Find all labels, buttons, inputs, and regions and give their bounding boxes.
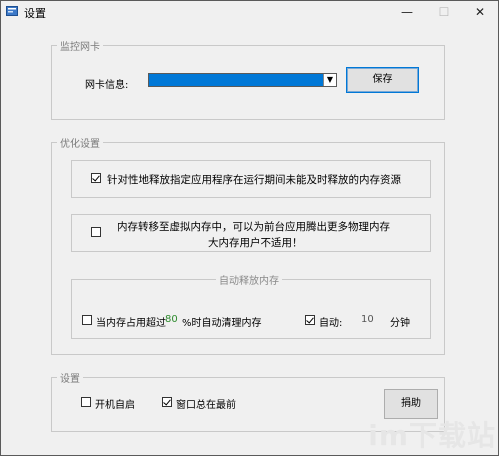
monitor-nic-group-title: 监控网卡 xyxy=(57,38,103,53)
window-title: 设置 xyxy=(24,7,46,20)
settings-window: 设置 — ☐ ✕ 监控网卡 网卡信息: ▼ 保存 优化设置 针对性地释放指定应用… xyxy=(0,0,499,456)
close-button[interactable]: ✕ xyxy=(462,1,498,23)
settings-app-icon xyxy=(6,6,18,16)
title-bar: 设置 — ☐ ✕ xyxy=(1,1,498,23)
option-virtual-memory-box: 内存转移至虚拟内存中，可以为前台应用腾出更多物理内存 大内存用户不适用！ xyxy=(71,214,431,252)
threshold-prefix: 当内存占用超过 xyxy=(96,318,166,329)
threshold-suffix: %时自动清理内存 xyxy=(182,318,262,329)
threshold-checkbox[interactable] xyxy=(82,315,92,325)
virtual-memory-label-line2[interactable]: 大内存用户不适用！ xyxy=(208,235,303,250)
virtual-memory-label-line1[interactable]: 内存转移至虚拟内存中，可以为前台应用腾出更多物理内存 xyxy=(117,219,390,234)
virtual-memory-checkbox[interactable] xyxy=(91,227,101,237)
release-memory-label[interactable]: 针对性地释放指定应用程序在运行期间未能及时释放的内存资源 xyxy=(107,172,401,187)
optimize-group: 优化设置 针对性地释放指定应用程序在运行期间未能及时释放的内存资源 内存转移至虚… xyxy=(51,135,445,355)
topmost-checkbox[interactable] xyxy=(162,397,172,407)
save-button[interactable]: 保存 xyxy=(346,67,419,93)
optimize-group-title: 优化设置 xyxy=(57,135,103,150)
threshold-value[interactable]: 80 xyxy=(165,314,178,325)
topmost-label[interactable]: 窗口总在最前 xyxy=(176,396,236,411)
auto-interval-value[interactable]: 10 xyxy=(361,314,374,325)
auto-interval-unit: 分钟 xyxy=(390,318,410,329)
startup-label[interactable]: 开机自启 xyxy=(95,396,135,411)
auto-release-title: 自动释放内存 xyxy=(216,272,282,287)
nic-select[interactable]: ▼ xyxy=(148,73,337,87)
auto-checkbox[interactable] xyxy=(305,315,315,325)
monitor-nic-group: 监控网卡 网卡信息: ▼ 保存 xyxy=(51,38,445,120)
maximize-button[interactable]: ☐ xyxy=(426,1,462,23)
option-release-box: 针对性地释放指定应用程序在运行期间未能及时释放的内存资源 xyxy=(71,160,431,198)
chevron-down-icon[interactable]: ▼ xyxy=(323,74,336,86)
watermark: im下载站 xyxy=(368,419,496,452)
startup-checkbox[interactable] xyxy=(81,397,91,407)
release-memory-checkbox[interactable] xyxy=(91,173,101,183)
settings-group-title: 设置 xyxy=(57,370,83,385)
auto-release-group: 自动释放内存 当内存占用超过 80 %时自动清理内存 自动: 10 分钟 xyxy=(71,272,431,339)
nic-info-label: 网卡信息: xyxy=(85,80,129,91)
minimize-button[interactable]: — xyxy=(389,1,425,23)
auto-label: 自动: xyxy=(319,318,343,329)
